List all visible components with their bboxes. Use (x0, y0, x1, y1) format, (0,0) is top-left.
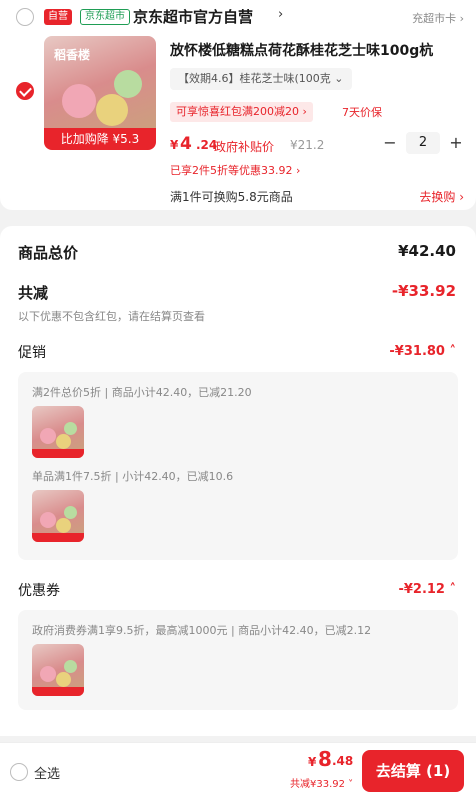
total-decimal: .48 (332, 754, 354, 768)
coupon-title: 优惠券 (18, 583, 60, 599)
total-saved-toggle[interactable]: 共减¥33.92 ˅ (290, 775, 353, 790)
total-currency: ¥ (308, 755, 317, 769)
jd-supermarket-badge: 京东超市 (80, 9, 130, 25)
cake-green-shape (114, 70, 142, 98)
add-on-offer-text: 满1件可换购5.8元商品 (170, 190, 293, 204)
promotion-amount-toggle[interactable]: -¥31.80 ˄ (389, 344, 456, 359)
product-title[interactable]: 放怀楼低糖糕点荷花酥桂花芝士味100g杭 (170, 40, 470, 60)
promotion-title: 促销 (18, 345, 46, 361)
total-price-label: 商品总价 (18, 244, 79, 262)
discount-label: 共减 (18, 284, 49, 302)
total-integer: 8 (318, 747, 332, 771)
promotion-product-thumbnail (32, 406, 84, 458)
recharge-card-link[interactable]: 充超市卡 › (412, 10, 464, 26)
promotion-detail-1: 满2件总价5折 | 商品小计42.40，已减21.20 (32, 386, 252, 399)
cart-page: 自营 京东超市 京东超市官方自营 › 充超市卡 › 稻香楼 比加购降 ¥5.3 … (0, 0, 476, 800)
price-drop-tag: 比加购降 ¥5.3 (44, 128, 156, 150)
promotion-detail-box: 满2件总价5折 | 商品小计42.40，已减21.20 单品满1件7.5折 | … (18, 372, 458, 560)
cake-yellow-shape (96, 94, 128, 126)
spec-selector[interactable]: 【效期4.6】桂花芝士味(100克 ⌄ (170, 68, 352, 90)
total-price-value: ¥42.40 (398, 242, 456, 260)
thumbnail-brand-text: 稻香楼 (54, 48, 91, 62)
increase-button[interactable]: + (446, 130, 466, 156)
coupon-tag[interactable]: 可享惊喜红包满200减20 › (170, 102, 313, 122)
discount-note: 以下优惠不包含红包，请在结算页查看 (18, 310, 205, 323)
quantity-field[interactable]: 2 (406, 132, 440, 154)
gov-subsidy-tag: 政府补贴价 (214, 140, 275, 154)
store-card: 自营 京东超市 京东超市官方自营 › 充超市卡 › 稻香楼 比加购降 ¥5.3 … (0, 0, 476, 210)
item-select-checkbox[interactable] (16, 82, 34, 100)
price-integer: 4 (180, 134, 192, 154)
original-price: ¥21.2 (290, 138, 325, 152)
quantity-stepper: − 2 + (380, 130, 466, 156)
discount-value: -¥33.92 (391, 282, 456, 300)
checkout-button[interactable]: 去结算 (1) (362, 750, 464, 792)
store-select-radio[interactable] (16, 8, 34, 26)
price-summary-panel: 商品总价 ¥42.40 共减 -¥33.92 以下优惠不包含红包，请在结算页查看… (0, 226, 476, 736)
select-all-radio[interactable] (10, 763, 28, 781)
coupon-detail: 政府消费券满1享9.5折，最高减1000元 | 商品小计42.40，已减2.12 (32, 624, 372, 637)
add-on-link[interactable]: 去换购 › (419, 188, 464, 205)
store-header: 自营 京东超市 京东超市官方自营 › 充超市卡 › (0, 0, 476, 34)
price-currency: ¥ (170, 138, 179, 152)
chevron-right-icon[interactable]: › (278, 7, 283, 22)
price-protect-tag: 7天价保 (342, 106, 382, 119)
store-name[interactable]: 京东超市官方自营 (133, 6, 253, 27)
applied-promo-line[interactable]: 已享2件5折等优惠33.92 › (170, 162, 300, 178)
coupon-product-thumbnail (32, 644, 84, 696)
checkout-bar: 全选 ¥ 8 .48 共减¥33.92 ˅ 去结算 (1) (0, 742, 476, 800)
cake-pink-shape (62, 84, 96, 118)
coupon-amount-toggle[interactable]: -¥2.12 ˄ (398, 582, 456, 597)
select-all-label[interactable]: 全选 (34, 763, 60, 782)
decrease-button[interactable]: − (380, 130, 400, 156)
promotion-detail-2: 单品满1件7.5折 | 小计42.40，已减10.6 (32, 470, 234, 483)
self-operated-badge: 自营 (44, 9, 72, 25)
promotion-product-thumbnail (32, 490, 84, 542)
coupon-detail-box: 政府消费券满1享9.5折，最高减1000元 | 商品小计42.40，已减2.12 (18, 610, 458, 710)
